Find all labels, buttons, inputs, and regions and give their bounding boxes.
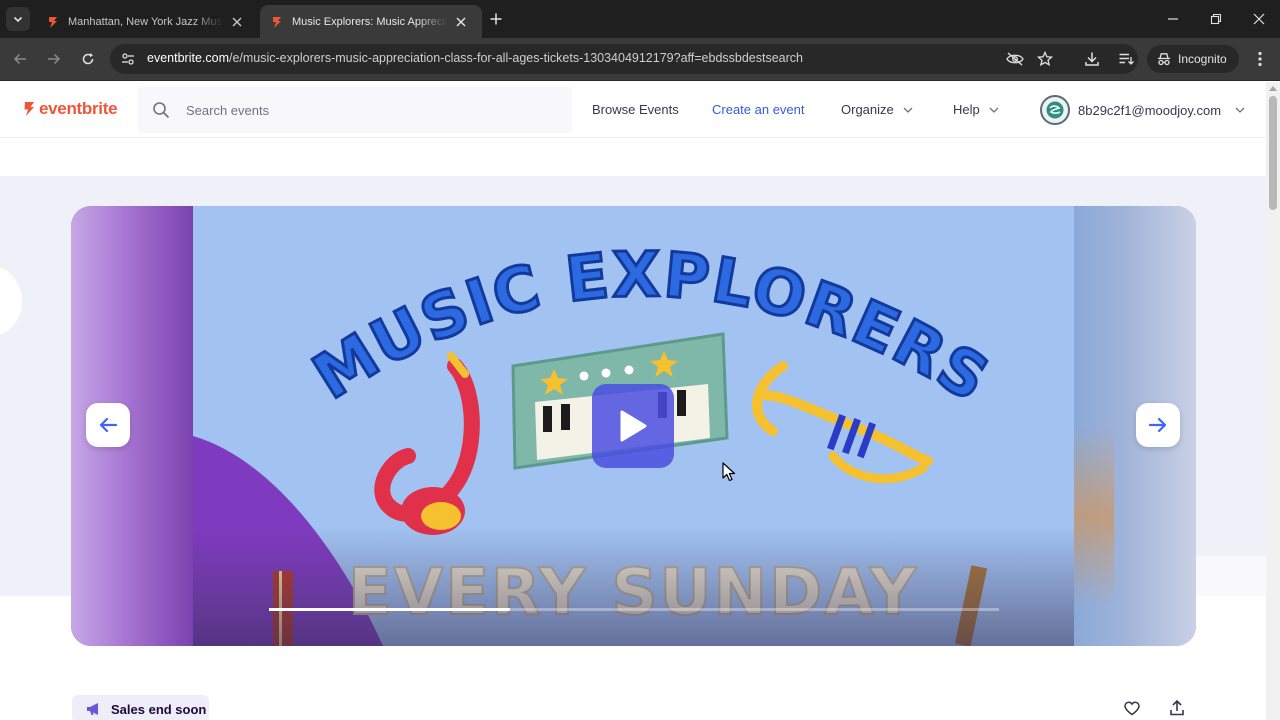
browser-menu-button[interactable]: [1250, 49, 1270, 69]
play-icon: [620, 410, 647, 442]
browser-tab-2[interactable]: Music Explorers: Music Appreciation: [260, 5, 482, 38]
play-video-button[interactable]: [592, 384, 674, 468]
heart-icon: [1124, 700, 1140, 715]
forward-button[interactable]: [44, 49, 64, 69]
close-icon[interactable]: [454, 15, 468, 29]
share-event-button[interactable]: [1167, 698, 1187, 718]
avatar: [1040, 95, 1070, 125]
browse-events-link[interactable]: Browse Events: [592, 102, 679, 117]
arrow-right-icon: [1148, 417, 1167, 433]
close-window-button[interactable]: [1249, 9, 1269, 29]
scroll-up-arrow-icon[interactable]: [1269, 86, 1277, 91]
page-scrollbar[interactable]: [1266, 82, 1280, 720]
tab-search-button[interactable]: [6, 7, 30, 31]
site-header: eventbrite Browse Events Create an event…: [0, 82, 1266, 138]
mouse-cursor-icon: [722, 462, 736, 482]
close-icon: [1253, 13, 1265, 25]
search-input[interactable]: [186, 99, 546, 121]
chevron-down-icon: [989, 107, 999, 113]
next-slide-button[interactable]: [1136, 403, 1180, 447]
account-email: 8b29c2f1@moodjoy.com: [1078, 102, 1222, 118]
browser-tab-1[interactable]: Manhattan, New York Jazz Music: [36, 5, 258, 38]
browser-tab-strip: Manhattan, New York Jazz Music Music Exp…: [0, 0, 1280, 38]
url-text: eventbrite.com/e/music-explorers-music-a…: [147, 51, 803, 65]
new-tab-button[interactable]: [486, 9, 506, 29]
eye-off-icon[interactable]: [1006, 50, 1024, 68]
eventbrite-favicon-icon: [49, 16, 57, 28]
video-progress-fill: [269, 608, 510, 611]
eventbrite-logo[interactable]: eventbrite: [22, 99, 118, 119]
incognito-indicator[interactable]: Incognito: [1147, 45, 1239, 73]
arrow-left-icon: [99, 417, 118, 433]
chevron-down-icon: [1235, 107, 1245, 113]
download-icon[interactable]: [1082, 49, 1102, 69]
search-icon: [153, 102, 170, 119]
back-button[interactable]: [10, 49, 30, 69]
saxophone-illustration: [374, 352, 480, 535]
incognito-label: Incognito: [1178, 52, 1227, 66]
browse-events-label: Browse Events: [592, 102, 679, 117]
minimize-icon: [1168, 18, 1178, 20]
reload-icon: [82, 53, 94, 65]
trumpet-illustration: [752, 361, 933, 484]
site-settings-icon[interactable]: [120, 51, 136, 67]
plus-icon: [490, 13, 502, 25]
organize-label: Organize: [841, 102, 894, 117]
help-label: Help: [953, 102, 980, 117]
badge-label: Sales end soon: [111, 701, 207, 717]
reload-button[interactable]: [78, 49, 98, 69]
incognito-icon: [1158, 53, 1170, 66]
create-event-label: Create an event: [712, 102, 805, 117]
url-path: /e/music-explorers-music-appreciation-cl…: [228, 51, 803, 65]
browser-toolbar: eventbrite.com/e/music-explorers-music-a…: [0, 38, 1280, 81]
chevron-down-icon: [13, 16, 23, 23]
video-progress-bar[interactable]: [269, 608, 999, 611]
web-page: eventbrite Browse Events Create an event…: [0, 82, 1280, 720]
account-menu[interactable]: 8b29c2f1@moodjoy.com: [1040, 95, 1245, 125]
sales-end-soon-badge: Sales end soon: [72, 695, 209, 720]
tab-title: Manhattan, New York Jazz Music: [68, 15, 224, 28]
tab-title: Music Explorers: Music Appreciation: [292, 15, 448, 28]
eventbrite-logo-icon: [24, 102, 34, 116]
decorative-blob: [0, 266, 22, 336]
chevron-down-icon: [903, 107, 913, 113]
organize-menu[interactable]: Organize: [841, 102, 913, 117]
restore-icon: [1210, 13, 1222, 25]
eventbrite-favicon-icon: [273, 16, 281, 28]
url-host: eventbrite.com: [147, 51, 229, 65]
logo-text: eventbrite: [39, 99, 118, 118]
address-bar[interactable]: eventbrite.com/e/music-explorers-music-a…: [110, 44, 1138, 74]
reading-list-icon[interactable]: [1116, 49, 1136, 69]
share-icon: [1170, 700, 1184, 716]
event-media-carousel: MUSIC EXPLORERS EVERY SUNDAY: [71, 206, 1196, 646]
help-menu[interactable]: Help: [953, 102, 999, 117]
create-event-link[interactable]: Create an event: [712, 102, 805, 117]
like-event-button[interactable]: [1122, 698, 1142, 718]
search-bar[interactable]: [138, 87, 572, 133]
scroll-thumb[interactable]: [1269, 96, 1277, 210]
megaphone-icon: [87, 703, 98, 715]
arrow-left-icon: [13, 53, 26, 65]
more-vertical-icon: [1258, 51, 1262, 67]
previous-slide-button[interactable]: [86, 403, 130, 447]
avatar-logo-icon: [1046, 101, 1064, 119]
minimize-button[interactable]: [1163, 9, 1183, 29]
close-icon[interactable]: [230, 15, 244, 29]
arrow-right-icon: [48, 53, 61, 65]
bookmark-star-icon[interactable]: [1036, 50, 1054, 68]
restore-button[interactable]: [1206, 9, 1226, 29]
slide-subtitle: EVERY SUNDAY: [348, 556, 918, 630]
